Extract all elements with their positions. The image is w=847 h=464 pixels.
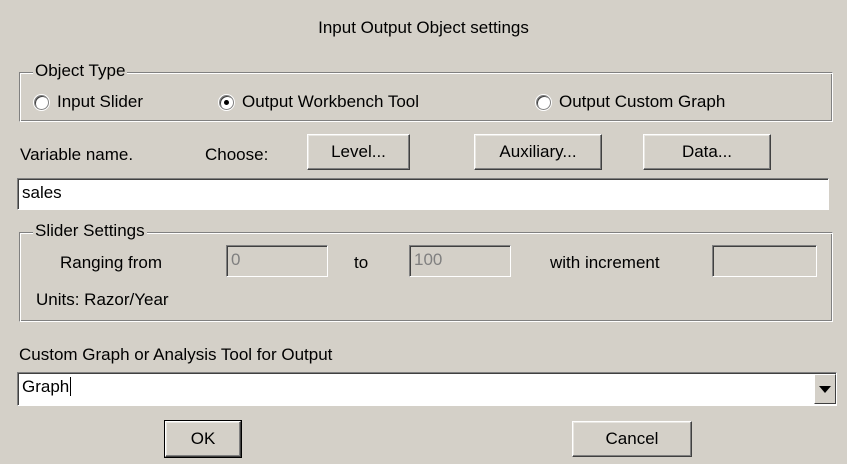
radio-input-slider-circle[interactable] — [34, 94, 49, 110]
ranging-from-label: Ranging from — [60, 253, 163, 272]
variable-name-input[interactable]: sales — [17, 178, 829, 210]
increment-label: with increment — [550, 253, 660, 272]
output-tool-select[interactable]: Graph — [17, 372, 837, 406]
radio-output-custom-graph-label: Output Custom Graph — [559, 92, 726, 111]
ok-button[interactable]: OK — [164, 420, 242, 458]
cancel-button[interactable]: Cancel — [572, 421, 692, 457]
chevron-down-icon — [819, 385, 831, 393]
range-from-input[interactable]: 0 — [226, 245, 328, 277]
units-text: Units: Razor/Year — [36, 290, 169, 309]
choose-label: Choose: — [205, 145, 269, 164]
output-tool-label: Custom Graph or Analysis Tool for Output — [19, 345, 333, 364]
radio-output-workbench-tool-label: Output Workbench Tool — [242, 92, 420, 111]
radio-input-slider[interactable]: Input Slider — [34, 92, 143, 112]
dialog-title: Input Output Object settings — [318, 18, 529, 37]
to-label: to — [354, 253, 369, 272]
radio-output-custom-graph-circle[interactable] — [536, 94, 551, 110]
level-button[interactable]: Level... — [307, 134, 410, 170]
radio-output-custom-graph[interactable]: Output Custom Graph — [536, 92, 725, 112]
object-type-legend: Object Type — [33, 61, 128, 80]
dropdown-arrow-button[interactable] — [814, 374, 836, 404]
range-to-input[interactable]: 100 — [409, 245, 511, 277]
increment-input[interactable] — [712, 245, 817, 277]
radio-output-workbench-tool[interactable]: Output Workbench Tool — [219, 92, 419, 112]
output-tool-select-value: Graph — [22, 377, 70, 396]
auxiliary-button[interactable]: Auxiliary... — [474, 134, 602, 170]
slider-settings-legend: Slider Settings — [33, 221, 147, 240]
variable-name-label: Variable name. — [20, 145, 134, 164]
data-button[interactable]: Data... — [643, 134, 771, 170]
radio-output-workbench-tool-circle[interactable] — [219, 94, 234, 110]
radio-input-slider-label: Input Slider — [57, 92, 143, 111]
